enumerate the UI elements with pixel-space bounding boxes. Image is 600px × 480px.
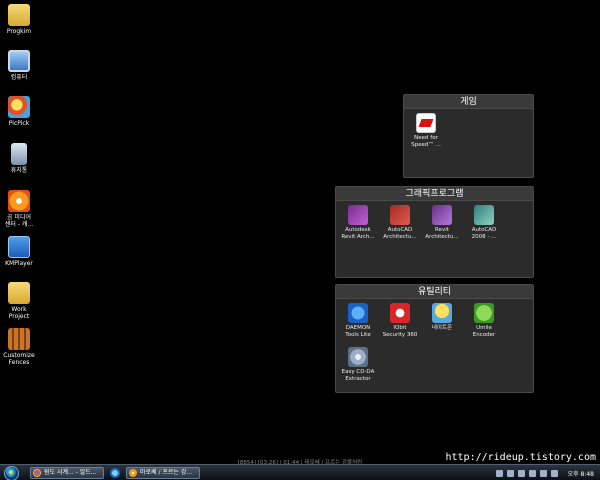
desktop-icon-label: 휴지통 xyxy=(10,167,28,174)
fence-item-umile-encoder[interactable]: Umile Encoder xyxy=(464,303,504,339)
tray-icon-security[interactable] xyxy=(517,469,525,477)
iobit-security-icon xyxy=(390,303,410,323)
tray-icon-sync[interactable] xyxy=(550,469,558,477)
fence-item-label: Need for Speed™ ... xyxy=(411,135,441,148)
desktop-icon-gom-media[interactable]: 곰 미디어 센터 - 캐... xyxy=(2,190,36,228)
taskbar-button-player[interactable]: 마로쎄 / 프르는 강... xyxy=(126,467,200,479)
fence-item-label: Autodesk Revit Arch... xyxy=(341,227,375,240)
picpick-icon xyxy=(8,96,30,118)
fence-item-autocad-2008[interactable]: AutoCAD 2008 - ... xyxy=(464,205,504,241)
ie-quicklaunch-icon[interactable] xyxy=(110,468,120,478)
fence-item-label: IObit Security 360 xyxy=(382,325,418,338)
folder-icon xyxy=(8,282,30,304)
taskbar: 원도 시계... - 알드... 마로쎄 / 프르는 강... 오후 8:48 xyxy=(0,464,600,480)
fence-title[interactable]: 게임 xyxy=(404,95,533,109)
media-center-icon xyxy=(8,190,30,212)
fence-item-label: AutoCAD Architectu... xyxy=(383,227,417,240)
desktop-icon-label: 컴퓨터 xyxy=(10,74,28,81)
need-for-speed-icon xyxy=(416,113,436,133)
desktop-icon-computer[interactable]: 컴퓨터 xyxy=(2,50,36,81)
desktop-icon-label: 곰 미디어 센터 - 캐... xyxy=(4,214,34,228)
kmplayer-icon xyxy=(8,236,30,258)
fence-title[interactable]: 유틸리티 xyxy=(336,285,533,299)
clock[interactable]: 오후 8:48 xyxy=(568,469,594,478)
desktop-icon-recycle-bin[interactable]: 휴지통 xyxy=(2,143,36,174)
tray-icon-volume[interactable] xyxy=(506,469,514,477)
taskbar-button-label: 마로쎄 / 프르는 강... xyxy=(140,469,193,476)
fence-item-label: Easy CD-DA Extractor xyxy=(341,369,375,382)
fence-item-autodesk-revit[interactable]: Autodesk Revit Arch... xyxy=(338,205,378,241)
fence-item-daemon-tools[interactable]: DAEMON Tools Lite xyxy=(338,303,378,339)
autocad-2008-icon xyxy=(474,205,494,225)
revit-architecture-icon xyxy=(432,205,452,225)
desktop-icon-label: KMPlayer xyxy=(5,260,33,267)
fence-item-label: 네이트온 xyxy=(431,325,453,331)
desktop-icon-progkim[interactable]: Progkim xyxy=(2,4,36,35)
autocad-architecture-icon xyxy=(390,205,410,225)
watermark-url: http://rideup.tistory.com xyxy=(445,452,596,463)
daemon-tools-icon xyxy=(348,303,368,323)
fence-item-easy-cd-da[interactable]: Easy CD-DA Extractor xyxy=(338,347,378,383)
fence-item-iobit-security[interactable]: IObit Security 360 xyxy=(380,303,420,339)
fence-games: 게임 Need for Speed™ ... xyxy=(403,94,534,178)
desktop-icon-label: Work Project xyxy=(8,306,30,320)
tray-icon-messenger[interactable] xyxy=(528,469,536,477)
tray-icon-monitor[interactable] xyxy=(539,469,547,477)
desktop-icon-label: Customize Fences xyxy=(3,352,35,366)
fence-item-nateon[interactable]: 네이트온 xyxy=(422,303,462,332)
cd-extractor-icon xyxy=(348,347,368,367)
desktop-icon-label: Progkim xyxy=(6,28,32,35)
computer-icon xyxy=(8,50,30,72)
fence-item-autocad-architecture[interactable]: AutoCAD Architectu... xyxy=(380,205,420,241)
fence-title[interactable]: 그래픽프로그램 xyxy=(336,187,533,201)
desktop-icon-work-project[interactable]: Work Project xyxy=(2,282,36,320)
fence-item-label: AutoCAD 2008 - ... xyxy=(471,227,497,240)
taskbar-button-label: 원도 시계... - 알드... xyxy=(44,469,97,476)
fence-item-revit-architecture[interactable]: Revit Architectu... xyxy=(422,205,462,241)
media-player-icon xyxy=(129,469,137,477)
desktop-icon-customize-fences[interactable]: Customize Fences xyxy=(2,328,36,366)
fence-utilities: 유틸리티 DAEMON Tools Lite IObit Security 36… xyxy=(335,284,534,393)
chrome-icon xyxy=(33,469,41,477)
fence-item-label: Revit Architectu... xyxy=(425,227,459,240)
start-button[interactable] xyxy=(4,466,19,480)
nateon-icon xyxy=(432,303,452,323)
fence-item-label: DAEMON Tools Lite xyxy=(345,325,371,338)
fence-item-label: Umile Encoder xyxy=(472,325,496,338)
umile-encoder-icon xyxy=(474,303,494,323)
tray-icon-network[interactable] xyxy=(495,469,503,477)
fence-graphics: 그래픽프로그램 Autodesk Revit Arch... AutoCAD A… xyxy=(335,186,534,278)
desktop-icon-label: PicPick xyxy=(8,120,30,127)
taskbar-button-browser[interactable]: 원도 시계... - 알드... xyxy=(30,467,104,479)
desktop-icon-kmplayer[interactable]: KMPlayer xyxy=(2,236,36,267)
fences-icon xyxy=(8,328,30,350)
folder-icon xyxy=(8,4,30,26)
autodesk-revit-icon xyxy=(348,205,368,225)
system-tray: 오후 8:48 xyxy=(495,467,594,479)
desktop-icon-picpick[interactable]: PicPick xyxy=(2,96,36,127)
fence-item-need-for-speed[interactable]: Need for Speed™ ... xyxy=(406,113,446,149)
recycle-bin-icon xyxy=(11,143,27,165)
